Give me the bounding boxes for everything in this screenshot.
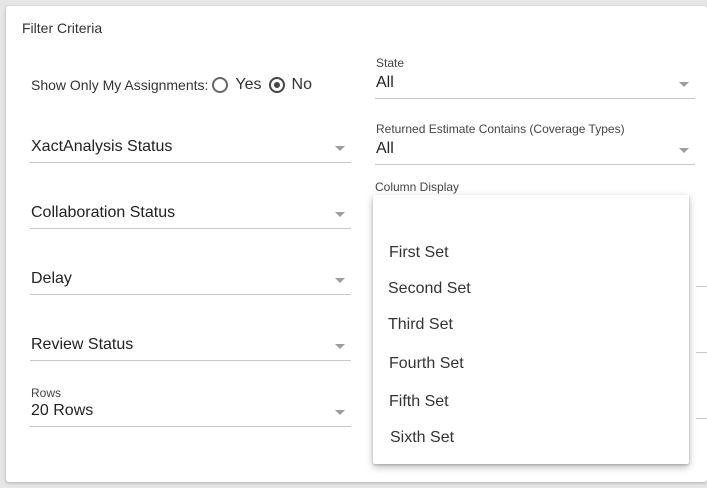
menu-item-sixth-set[interactable]: Sixth Set <box>390 429 454 447</box>
chevron-down-icon <box>335 344 345 349</box>
no-radio-label[interactable]: No <box>292 76 312 94</box>
chevron-down-icon <box>335 410 345 415</box>
returned-estimate-value: All <box>376 140 394 157</box>
state-value: All <box>376 74 394 91</box>
chevron-down-icon <box>679 82 689 87</box>
delay-placeholder: Delay <box>31 270 72 287</box>
filter-criteria-panel: Filter Criteria Show Only My Assignments… <box>6 6 707 482</box>
rows-label: Rows <box>31 386 62 400</box>
chevron-down-icon <box>335 146 345 151</box>
menu-item-second-set[interactable]: Second Set <box>388 280 471 298</box>
chevron-down-icon <box>335 278 345 283</box>
xactanalysis-status-select[interactable]: XactAnalysis Status <box>30 133 351 163</box>
panel-title: Filter Criteria <box>22 20 103 36</box>
assignments-label: Show Only My Assignments: <box>31 77 209 93</box>
returned-estimate-label: Returned Estimate Contains (Coverage Typ… <box>376 122 625 136</box>
review-status-select[interactable]: Review Status <box>30 331 351 361</box>
chevron-down-icon <box>335 212 345 217</box>
xactanalysis-status-placeholder: XactAnalysis Status <box>31 138 173 155</box>
menu-item-third-set[interactable]: Third Set <box>388 316 453 334</box>
no-radio[interactable] <box>268 77 285 93</box>
field-underline <box>696 352 707 353</box>
field-underline <box>696 418 707 419</box>
rows-value: 20 Rows <box>31 402 94 419</box>
chevron-down-icon <box>679 148 689 153</box>
review-status-placeholder: Review Status <box>31 336 134 353</box>
state-select[interactable]: State All <box>375 56 695 99</box>
state-label: State <box>376 56 405 70</box>
rows-select[interactable]: Rows 20 Rows <box>30 386 351 427</box>
field-underline <box>696 286 707 287</box>
returned-estimate-select[interactable]: Returned Estimate Contains (Coverage Typ… <box>375 122 695 165</box>
delay-select[interactable]: Delay <box>30 265 351 295</box>
collaboration-status-select[interactable]: Collaboration Status <box>30 199 351 229</box>
menu-item-first-set[interactable]: First Set <box>389 244 449 262</box>
collaboration-status-placeholder: Collaboration Status <box>31 204 176 221</box>
assignments-radio-group: Show Only My Assignments: Yes No <box>31 73 319 97</box>
menu-item-fourth-set[interactable]: Fourth Set <box>389 355 464 373</box>
column-display-label: Column Display <box>375 180 460 194</box>
column-display-menu: First Set Second Set Third Set Fourth Se… <box>373 195 689 464</box>
yes-radio-label[interactable]: Yes <box>235 76 261 94</box>
yes-radio[interactable] <box>212 77 229 93</box>
menu-item-fifth-set[interactable]: Fifth Set <box>389 393 449 411</box>
